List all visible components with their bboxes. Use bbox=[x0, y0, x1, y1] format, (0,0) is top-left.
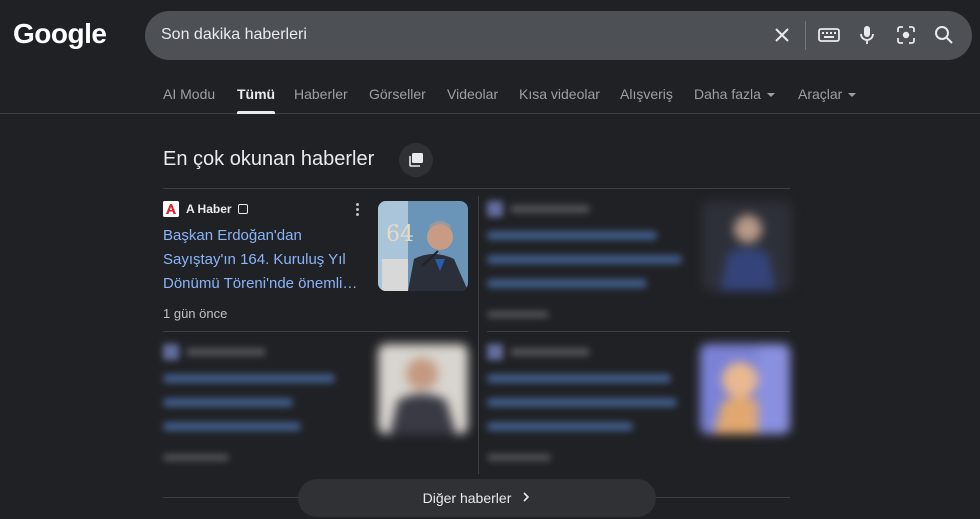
news-card[interactable] bbox=[487, 201, 792, 331]
tab-videos[interactable]: Videolar bbox=[447, 86, 498, 114]
news-thumbnail[interactable]: 64 bbox=[378, 201, 468, 291]
more-options-icon[interactable] bbox=[356, 203, 360, 218]
tab-more-label: Daha fazla bbox=[694, 86, 761, 102]
tab-tools-label: Araçlar bbox=[798, 86, 843, 102]
chevron-down-icon bbox=[766, 93, 775, 97]
tab-all[interactable]: Tümü bbox=[237, 86, 276, 114]
search-input[interactable]: Son dakika haberleri bbox=[161, 26, 307, 44]
microphone-icon[interactable] bbox=[855, 23, 879, 47]
news-thumbnail[interactable] bbox=[378, 344, 468, 434]
news-card[interactable] bbox=[163, 344, 468, 474]
search-icon[interactable] bbox=[932, 23, 956, 47]
news-source: A Haber bbox=[163, 201, 248, 217]
divider bbox=[478, 196, 479, 474]
news-card[interactable]: A Haber Başkan Erdoğan'dan Sayıştay'ın 1… bbox=[163, 201, 468, 331]
header: Google Son dakika haberleri AI Modu Tümü… bbox=[0, 0, 980, 114]
chevron-right-icon bbox=[521, 490, 531, 506]
tab-news[interactable]: Haberler bbox=[294, 86, 348, 114]
source-logo-icon bbox=[163, 201, 179, 217]
divider bbox=[163, 188, 790, 189]
divider bbox=[487, 331, 790, 332]
more-news-label: Diğer haberler bbox=[422, 490, 512, 506]
close-icon[interactable] bbox=[770, 23, 794, 47]
more-news-button[interactable]: Diğer haberler bbox=[298, 479, 656, 517]
camera-lens-icon[interactable] bbox=[894, 23, 918, 47]
news-stack-icon[interactable] bbox=[399, 143, 433, 177]
section-title: En çok okunan haberler bbox=[163, 148, 375, 170]
news-stack-icon bbox=[237, 204, 248, 214]
divider bbox=[163, 331, 468, 332]
keyboard-icon[interactable] bbox=[817, 23, 841, 47]
tab-tools[interactable]: Araçlar bbox=[798, 86, 857, 114]
tab-ai-mode[interactable]: AI Modu bbox=[163, 86, 215, 114]
tab-short-videos[interactable]: Kısa videolar bbox=[519, 86, 600, 114]
news-time: 1 gün önce bbox=[163, 306, 228, 321]
news-thumbnail[interactable] bbox=[702, 201, 792, 291]
search-divider bbox=[805, 21, 806, 50]
news-card[interactable] bbox=[487, 344, 792, 474]
tab-more[interactable]: Daha fazla bbox=[694, 86, 775, 114]
news-thumbnail[interactable] bbox=[700, 344, 790, 434]
search-box[interactable]: Son dakika haberleri bbox=[145, 11, 972, 60]
news-headline[interactable]: Başkan Erdoğan'dan Sayıştay'ın 164. Kuru… bbox=[163, 224, 366, 296]
source-name: A Haber bbox=[186, 202, 232, 216]
tab-shopping[interactable]: Alışveriş bbox=[620, 86, 673, 114]
tab-images[interactable]: Görseller bbox=[369, 86, 426, 114]
google-logo[interactable]: Google bbox=[13, 18, 107, 50]
chevron-down-icon bbox=[848, 93, 857, 97]
svg-text:64: 64 bbox=[386, 222, 414, 247]
